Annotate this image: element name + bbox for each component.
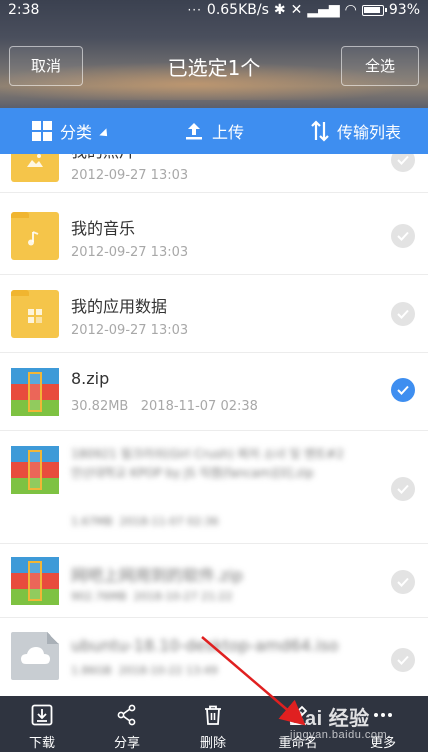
share-button[interactable]: 分享 — [97, 702, 157, 751]
file-meta: 30.82MB 2018-11-07 02:38 — [71, 399, 258, 414]
list-item[interactable]: 我的音乐 2012-09-27 13:03 — [0, 193, 428, 275]
file-name: 我的音乐 — [71, 219, 136, 238]
battery-percent: 93% — [388, 2, 420, 18]
file-size: 902.76MB — [71, 590, 127, 603]
file-date: 2018-11-07 02:38 — [140, 399, 258, 414]
select-checkbox[interactable] — [391, 224, 415, 248]
share-icon — [117, 704, 136, 726]
upload-icon — [186, 123, 202, 140]
toolbar: 分类 上传 传输列表 — [0, 108, 428, 154]
download-button[interactable]: 下载 — [12, 702, 72, 751]
bluetooth-icon: ✱ — [273, 2, 286, 18]
file-date: 2018-10-27 21:22 — [133, 590, 233, 603]
header: 2:38 ··· 0.65KB/s ✱ ✕ ▂▄▆ ◠ 93% 取消 已选定1个… — [0, 0, 428, 108]
file-size: 1.86GB — [71, 664, 112, 677]
file-name: 8.zip — [71, 369, 110, 388]
file-date: 2018-10-22 13:49 — [118, 664, 218, 677]
signal-icon: ▂▄▆ — [307, 2, 340, 18]
file-list: 我的照片 2012-09-27 13:03 我的音乐 2012-09-27 13… — [0, 154, 428, 696]
wifi-icon: ◠ — [344, 2, 357, 18]
dropdown-icon — [99, 128, 111, 140]
file-date: 2012-09-27 13:03 — [71, 168, 189, 183]
trash-icon — [205, 705, 221, 725]
status-indicators: ··· 0.65KB/s ✱ ✕ ▂▄▆ ◠ 93% — [187, 2, 420, 18]
network-speed: 0.65KB/s — [206, 2, 269, 18]
upload-button[interactable]: 上传 — [184, 108, 244, 154]
transfer-label: 传输列表 — [337, 123, 402, 142]
status-time: 2:38 — [8, 2, 40, 18]
select-checkbox[interactable] — [391, 302, 415, 326]
image-folder-icon — [11, 154, 59, 182]
list-item[interactable]: 网吧上网用到的软件.zip 902.76MB 2018-10-27 21:22 — [0, 544, 428, 618]
list-item[interactable]: ubuntu-18.10-desktop-amd64.iso 1.86GB 20… — [0, 618, 428, 696]
music-folder-icon — [11, 212, 59, 260]
select-checkbox[interactable] — [391, 154, 415, 172]
download-label: 下载 — [28, 736, 55, 751]
file-date: 2012-09-27 13:03 — [71, 245, 189, 260]
transfer-list-button[interactable]: 传输列表 — [311, 108, 401, 154]
list-item[interactable]: 180921 필크러쉬(Girl Crush) 찌저 소녀 및 멘트#2 안산대… — [0, 431, 428, 544]
delete-button[interactable]: 删除 — [183, 702, 243, 751]
status-bar: 2:38 ··· 0.65KB/s ✱ ✕ ▂▄▆ ◠ 93% — [0, 0, 428, 22]
watermark-brand: Bai 经验 — [290, 708, 370, 730]
list-item-selected[interactable]: 8.zip 30.82MB 2018-11-07 02:38 — [0, 353, 428, 431]
classify-label: 分类 — [60, 123, 93, 142]
app-folder-icon — [11, 290, 59, 338]
file-date: 2012-09-27 13:03 — [71, 323, 189, 338]
baidu-watermark: Bai 经验 jingyan.baidu.com — [290, 702, 387, 741]
zip-file-icon — [11, 368, 59, 416]
iso-file-icon — [11, 632, 59, 680]
battery-icon — [361, 4, 387, 16]
delete-label: 删除 — [199, 736, 226, 751]
select-checkbox[interactable] — [391, 570, 415, 594]
file-date: 2018-11-07 02:36 — [119, 515, 219, 528]
file-size: 30.82MB — [71, 399, 129, 414]
file-meta: 1.86GB 2018-10-22 13:49 — [71, 664, 218, 677]
classify-button[interactable]: 分类 — [32, 108, 111, 154]
file-name: 我的应用数据 — [71, 297, 168, 316]
transfer-icon — [311, 120, 329, 142]
more-notifications-icon: ··· — [187, 3, 202, 17]
select-checkbox[interactable] — [391, 477, 415, 501]
zip-file-icon — [11, 557, 59, 605]
zip-file-icon — [11, 446, 59, 494]
upload-label: 上传 — [212, 123, 245, 142]
mute-icon: ✕ — [290, 2, 303, 18]
list-item[interactable]: 我的照片 2012-09-27 13:03 — [0, 154, 428, 193]
file-size: 1.67MB — [71, 515, 113, 528]
share-label: 分享 — [113, 736, 140, 751]
file-name: 我的照片 — [71, 154, 135, 162]
select-all-button[interactable]: 全选 — [341, 46, 419, 86]
select-checkbox[interactable] — [391, 648, 415, 672]
grid-icon — [32, 121, 52, 141]
watermark-url: jingyan.baidu.com — [290, 729, 388, 741]
file-name: 180921 필크러쉬(Girl Crush) 찌저 소녀 및 멘트#2 안산대… — [71, 447, 344, 480]
download-icon — [31, 704, 53, 726]
file-name: ubuntu-18.10-desktop-amd64.iso — [71, 636, 339, 655]
file-name: 网吧上网用到的软件.zip — [71, 566, 244, 585]
file-meta: 1.67MB 2018-11-07 02:36 — [71, 515, 219, 528]
select-checkbox-checked[interactable] — [391, 378, 415, 402]
file-meta: 902.76MB 2018-10-27 21:22 — [71, 590, 233, 603]
list-item[interactable]: 我的应用数据 2012-09-27 13:03 — [0, 275, 428, 353]
